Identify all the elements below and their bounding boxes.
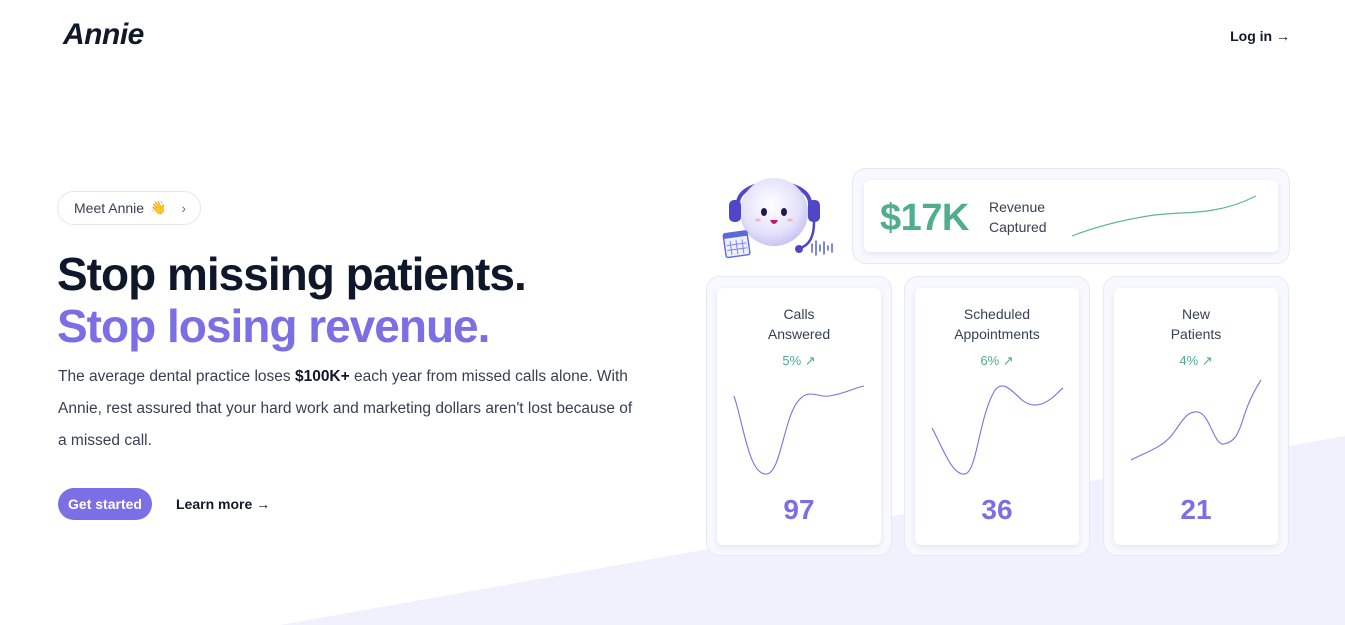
hero-headline: Stop missing patients. Stop losing reven… xyxy=(57,248,527,352)
stat-card-value: 97 xyxy=(783,494,815,525)
headline-line-2: Stop losing revenue. xyxy=(57,300,490,352)
sound-wave-icon xyxy=(811,240,833,256)
revenue-label: Revenue Captured xyxy=(989,199,1047,235)
stat-card-sparkline xyxy=(931,385,1064,475)
stat-card-title: Calls Answered xyxy=(767,306,831,342)
brand-logo[interactable]: Annie xyxy=(63,18,144,52)
login-link[interactable]: Log in → xyxy=(1230,28,1290,44)
mascot-robot-icon xyxy=(722,178,833,259)
calendar-icon xyxy=(722,230,751,259)
wave-emoji-icon: 👋 xyxy=(150,200,167,215)
pill-label: Meet Annie xyxy=(74,200,145,216)
stat-card-title: New Patients xyxy=(1170,306,1222,342)
get-started-button[interactable]: Get started xyxy=(58,488,152,520)
revenue-amount: $17K xyxy=(880,197,969,239)
stat-card-delta: 6% ↗ xyxy=(980,353,1014,368)
headline-line-1: Stop missing patients. xyxy=(57,248,527,300)
desc-highlight: $100K+ xyxy=(294,368,350,385)
stat-card-value: 36 xyxy=(981,494,1013,525)
hero-description: The average dental practice loses $100K+… xyxy=(58,361,638,457)
stat-card-title: Scheduled Appointments xyxy=(954,306,1040,342)
stat-card-value: 21 xyxy=(1180,494,1212,525)
stat-card-sparkline xyxy=(733,385,865,475)
learn-more-link[interactable]: Learn more → xyxy=(176,496,270,512)
stat-card-sparkline xyxy=(1130,379,1262,461)
desc-text-1: The average dental practice loses xyxy=(58,368,295,385)
meet-annie-pill[interactable]: Meet Annie 👋 › xyxy=(57,191,201,225)
revenue-sparkline xyxy=(1071,195,1257,237)
stat-card-delta: 4% ↗ xyxy=(1179,353,1213,368)
chevron-right-icon: › xyxy=(181,200,186,216)
stat-card-delta: 5% ↗ xyxy=(782,353,816,368)
